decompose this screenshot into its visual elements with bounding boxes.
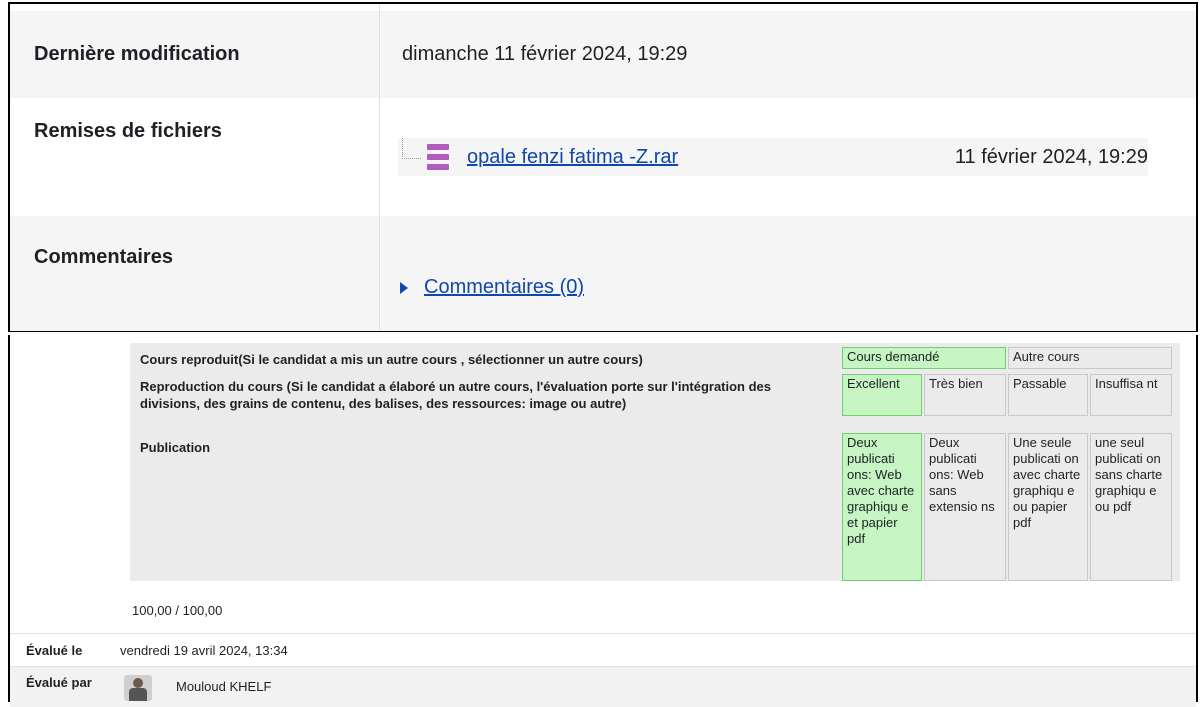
- rubric-level-3-2: Deux publicati ons: Web sans extensio ns: [924, 433, 1006, 581]
- graded-on-row: Évalué le vendredi 19 avril 2024, 13:34: [10, 633, 1196, 667]
- grader-name[interactable]: Mouloud KHELF: [152, 667, 271, 707]
- archive-file-icon: [427, 144, 449, 170]
- rubric-level-2-3: Passable: [1008, 374, 1088, 416]
- rubric-level-3-1: Deux publicati ons: Web avec charte grap…: [842, 433, 922, 581]
- rubric-level-3-3: Une seule publicati on avec charte graph…: [1008, 433, 1088, 581]
- rubric-level-2-4: Insuffisa nt: [1090, 374, 1172, 416]
- submission-status-panel: Dernière modification dimanche 11 févrie…: [8, 2, 1198, 332]
- avatar[interactable]: [124, 675, 152, 701]
- file-entry: opale fenzi fatima -Z.rar 11 février 202…: [398, 137, 1148, 176]
- graded-by-row: Évalué par Mouloud KHELF: [10, 666, 1196, 707]
- grade-score: 100,00 / 100,00: [132, 603, 223, 618]
- rubric-criterion-1: Cours reproduit(Si le candidat a mis un …: [140, 352, 643, 367]
- rubric-level-2-1: Excellent: [842, 374, 922, 416]
- table-row-comments: Commentaires Commentaires (0): [10, 216, 1196, 331]
- graded-on-value: vendredi 19 avril 2024, 13:34: [120, 643, 288, 658]
- file-download-link[interactable]: opale fenzi fatima -Z.rar: [467, 146, 678, 169]
- last-modified-label: Dernière modification: [10, 11, 380, 98]
- rubric-level-2-2: Très bien: [924, 374, 1006, 416]
- rubric-level-1-1: Cours demandé: [842, 347, 1006, 369]
- table-row-last-modified: Dernière modification dimanche 11 févrie…: [10, 11, 1196, 99]
- graded-by-label: Évalué par: [26, 675, 92, 690]
- grading-panel: Cours reproduit(Si le candidat a mis un …: [8, 335, 1198, 707]
- tree-connector-icon: [402, 137, 421, 159]
- file-date: 11 février 2024, 19:29: [954, 145, 1148, 168]
- rubric-table: Cours reproduit(Si le candidat a mis un …: [130, 343, 1180, 581]
- last-modified-value: dimanche 11 février 2024, 19:29: [402, 43, 688, 65]
- rubric-criterion-2: Reproduction du cours (Si le candidat a …: [140, 379, 772, 411]
- table-row-file-submissions: Remises de fichiers opale fenzi fatima -…: [10, 98, 1196, 217]
- comments-label: Commentaires: [10, 216, 380, 331]
- rubric-level-1-2: Autre cours: [1008, 347, 1172, 369]
- file-submissions-label: Remises de fichiers: [10, 98, 380, 216]
- rubric-criterion-3: Publication: [140, 440, 211, 455]
- graded-on-label: Évalué le: [26, 643, 83, 658]
- caret-right-icon: [400, 281, 408, 294]
- comments-toggle[interactable]: Commentaires (0): [400, 276, 584, 299]
- rubric-level-3-4: une seul publicati on sans charte graphi…: [1090, 433, 1172, 581]
- comments-link[interactable]: Commentaires (0): [424, 276, 584, 299]
